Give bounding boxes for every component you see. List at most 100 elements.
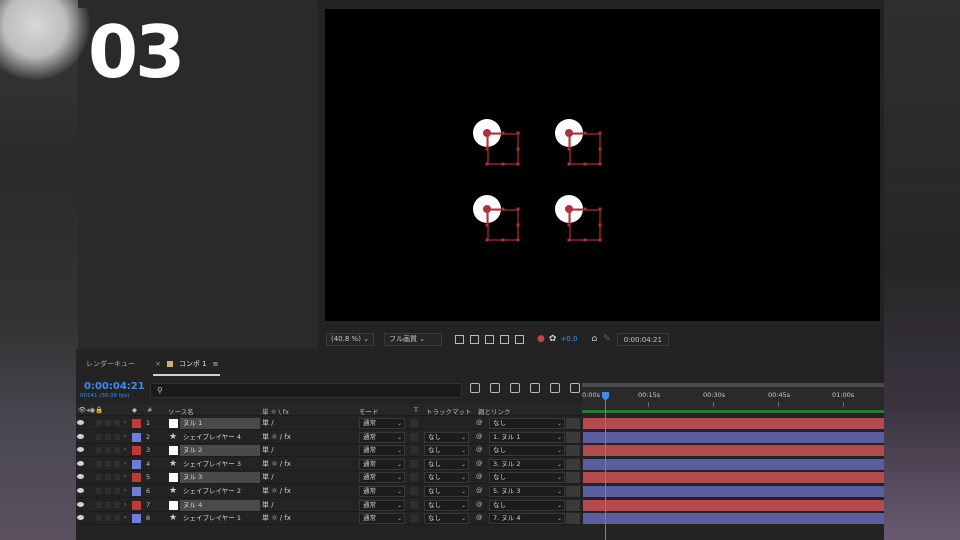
expand-chevron-icon[interactable]: › bbox=[124, 501, 126, 508]
draft-3d-icon[interactable] bbox=[490, 383, 500, 393]
snapshot-icon[interactable]: ⌂ bbox=[591, 334, 597, 344]
resolution-dropdown[interactable]: フル画質 ⌄ bbox=[384, 332, 443, 346]
layer-duration-bar[interactable] bbox=[583, 418, 884, 429]
layer-row[interactable]: › 8 ★ シェイプレイヤー 1 単 ☼ / fx 通常 ⌄ なし ⌄ @ 7. ヌ… bbox=[76, 512, 884, 526]
eye-icon[interactable] bbox=[77, 447, 84, 453]
eye-icon[interactable] bbox=[77, 420, 84, 425]
show-snapshot-icon[interactable]: ✎ bbox=[603, 334, 611, 344]
preserve-transparency-toggle[interactable] bbox=[410, 486, 418, 495]
eye-icon[interactable] bbox=[77, 501, 84, 507]
label-color-swatch[interactable] bbox=[132, 486, 141, 496]
audio-switch[interactable] bbox=[96, 420, 102, 426]
eye-icon[interactable] bbox=[77, 460, 84, 466]
eye-icon[interactable] bbox=[77, 487, 84, 493]
lock-switch[interactable] bbox=[114, 447, 120, 454]
track-matte-select[interactable]: なし ⌄ bbox=[424, 431, 469, 443]
label-color-swatch[interactable] bbox=[132, 500, 141, 510]
preserve-transparency-toggle[interactable] bbox=[410, 514, 418, 523]
solo-switch[interactable] bbox=[105, 501, 111, 508]
layer-switches[interactable]: 単 ☼ / fx bbox=[262, 513, 291, 523]
layer-name[interactable]: シェイプレイヤー 3 bbox=[180, 459, 260, 470]
lock-switch[interactable] bbox=[114, 487, 120, 494]
expand-chevron-icon[interactable]: › bbox=[124, 419, 126, 426]
pick-whip-icon[interactable]: @ bbox=[476, 418, 483, 426]
layer-duration-bar[interactable] bbox=[583, 458, 884, 470]
parent-select[interactable]: なし ⌄ bbox=[489, 445, 565, 457]
preserve-transparency-toggle[interactable] bbox=[410, 432, 418, 441]
parent-select[interactable]: 7. ヌル 4 ⌄ bbox=[489, 513, 565, 525]
layer-row[interactable]: › 3 ヌル 2 単 / 通常 ⌄ なし ⌄ @ なし ⌄ bbox=[76, 444, 884, 458]
parent-select[interactable]: なし ⌄ bbox=[489, 499, 565, 511]
viewer-timecode[interactable]: 0:00:04:21 bbox=[616, 332, 669, 346]
layer-name[interactable]: ヌル 2 bbox=[180, 445, 260, 457]
expand-chevron-icon[interactable]: › bbox=[124, 433, 126, 440]
label-color-swatch[interactable] bbox=[132, 473, 141, 483]
eye-icon[interactable] bbox=[77, 515, 84, 521]
pick-whip-icon[interactable]: @ bbox=[476, 486, 483, 494]
solo-switch[interactable] bbox=[105, 487, 111, 494]
eye-icon[interactable] bbox=[77, 433, 84, 439]
layer-switches[interactable]: 単 / bbox=[262, 445, 274, 455]
preserve-transparency-toggle[interactable] bbox=[410, 459, 418, 468]
mask-icon[interactable] bbox=[485, 334, 495, 344]
preserve-transparency-toggle[interactable] bbox=[410, 419, 418, 427]
label-color-swatch[interactable] bbox=[132, 446, 141, 456]
layer-name[interactable]: シェイプレイヤー 2 bbox=[180, 486, 260, 497]
shy-layers-icon[interactable] bbox=[510, 383, 520, 393]
layer-switches[interactable]: 単 / bbox=[262, 500, 274, 510]
audio-switch[interactable] bbox=[96, 515, 102, 522]
pick-whip-icon[interactable]: @ bbox=[476, 445, 483, 453]
track-matte-select[interactable]: なし ⌄ bbox=[424, 499, 469, 511]
solo-switch[interactable] bbox=[105, 474, 111, 481]
exposure-value[interactable]: +0.0 bbox=[560, 335, 577, 343]
track-matte-select[interactable]: なし ⌄ bbox=[424, 472, 469, 484]
audio-switch[interactable] bbox=[96, 447, 102, 454]
layer-name[interactable]: ヌル 3 bbox=[180, 472, 260, 484]
lock-switch[interactable] bbox=[114, 474, 120, 481]
pick-whip-icon[interactable]: @ bbox=[476, 500, 483, 508]
audio-switch[interactable] bbox=[96, 433, 102, 440]
exposure-reset-icon[interactable]: ✿ bbox=[549, 334, 557, 344]
layer-name[interactable]: ヌル 4 bbox=[180, 499, 260, 511]
guides-icon[interactable] bbox=[515, 334, 525, 344]
zoom-dropdown[interactable]: (40.8 %) ⌄ bbox=[326, 332, 375, 346]
audio-switch[interactable] bbox=[96, 460, 102, 467]
solo-switch[interactable] bbox=[105, 515, 111, 522]
solo-switch[interactable] bbox=[105, 420, 111, 426]
layer-row[interactable]: › 1 ヌル 1 単 / 通常 ⌄ @ なし ⌄ bbox=[76, 417, 884, 431]
lock-switch[interactable] bbox=[114, 460, 120, 467]
label-color-swatch[interactable] bbox=[132, 419, 141, 428]
preserve-transparency-toggle[interactable] bbox=[410, 446, 418, 455]
mode-select[interactable]: 通常 ⌄ bbox=[359, 458, 405, 470]
layer-row[interactable]: › 5 ヌル 3 単 / 通常 ⌄ なし ⌄ @ なし ⌄ bbox=[76, 471, 884, 485]
lock-switch[interactable] bbox=[114, 501, 120, 508]
layer-switches[interactable]: 単 ☼ / fx bbox=[262, 432, 291, 442]
work-area[interactable] bbox=[582, 410, 884, 413]
preserve-transparency-toggle[interactable] bbox=[410, 500, 418, 509]
audio-switch[interactable] bbox=[96, 474, 102, 481]
label-color-swatch[interactable] bbox=[132, 459, 141, 469]
pick-whip-icon[interactable]: @ bbox=[476, 459, 483, 467]
expand-chevron-icon[interactable]: › bbox=[124, 514, 126, 521]
close-icon[interactable]: × bbox=[155, 360, 161, 368]
parent-select[interactable]: 5. ヌル 3 ⌄ bbox=[489, 485, 565, 497]
mode-select[interactable]: 通常 ⌄ bbox=[359, 431, 405, 443]
parent-select[interactable]: 3. ヌル 2 ⌄ bbox=[489, 458, 565, 470]
shape-object-3[interactable] bbox=[472, 194, 521, 243]
parent-select[interactable]: なし ⌄ bbox=[489, 418, 565, 429]
tab-render-queue[interactable]: レンダーキュー bbox=[76, 352, 145, 376]
expand-chevron-icon[interactable]: › bbox=[124, 473, 126, 480]
layer-search-input[interactable]: ⚲ bbox=[150, 383, 462, 398]
timeline-timecode[interactable]: 0:00:04:21 bbox=[84, 381, 145, 392]
layer-duration-bar[interactable] bbox=[583, 431, 884, 443]
region-icon[interactable] bbox=[455, 334, 465, 344]
preserve-transparency-toggle[interactable] bbox=[410, 473, 418, 482]
color-channels-icon[interactable]: ● bbox=[537, 334, 545, 344]
mode-select[interactable]: 通常 ⌄ bbox=[359, 499, 405, 511]
layer-row[interactable]: › 4 ★ シェイプレイヤー 3 単 ☼ / fx 通常 ⌄ なし ⌄ @ 3. ヌ… bbox=[76, 457, 884, 472]
layer-switches[interactable]: 単 / bbox=[262, 418, 274, 428]
grid-icon[interactable] bbox=[500, 334, 510, 344]
mode-select[interactable]: 通常 ⌄ bbox=[359, 418, 405, 429]
shape-object-2[interactable] bbox=[554, 118, 603, 167]
solo-switch[interactable] bbox=[105, 447, 111, 454]
